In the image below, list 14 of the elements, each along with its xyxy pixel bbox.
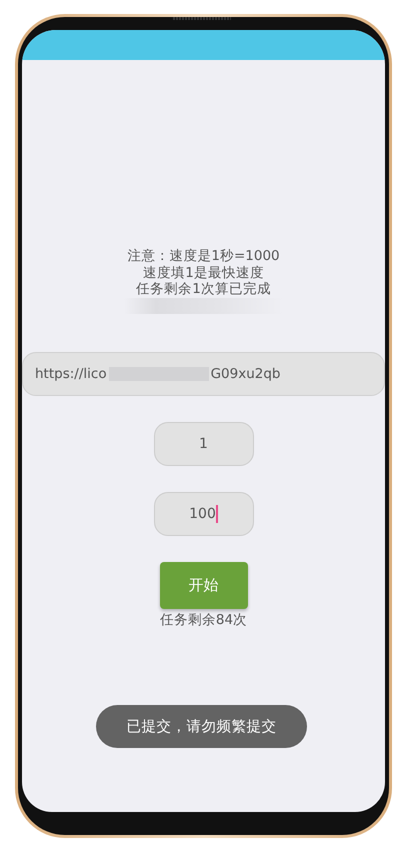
notice-text: 注意：速度是1秒=1000	[127, 248, 280, 264]
remaining-count: 任务剩余84次	[160, 610, 248, 628]
field-value: 100	[189, 506, 216, 522]
field-value: 1	[199, 436, 208, 452]
toast-message: 已提交，请勿频繁提交	[96, 705, 307, 748]
number-field[interactable]: 1	[154, 422, 254, 466]
speaker-icon	[173, 17, 231, 20]
url-text: G09xu2qb	[210, 366, 280, 382]
url-text: https://lico	[35, 366, 107, 382]
notice-text: 速度填1是最快速度	[143, 264, 264, 281]
number-field[interactable]: 100	[154, 492, 254, 536]
url-field[interactable]: https://lico G09xu2qb	[22, 352, 385, 396]
start-button[interactable]: 开始	[160, 562, 248, 608]
notice-text: 任务剩余1次算已完成	[136, 281, 271, 298]
